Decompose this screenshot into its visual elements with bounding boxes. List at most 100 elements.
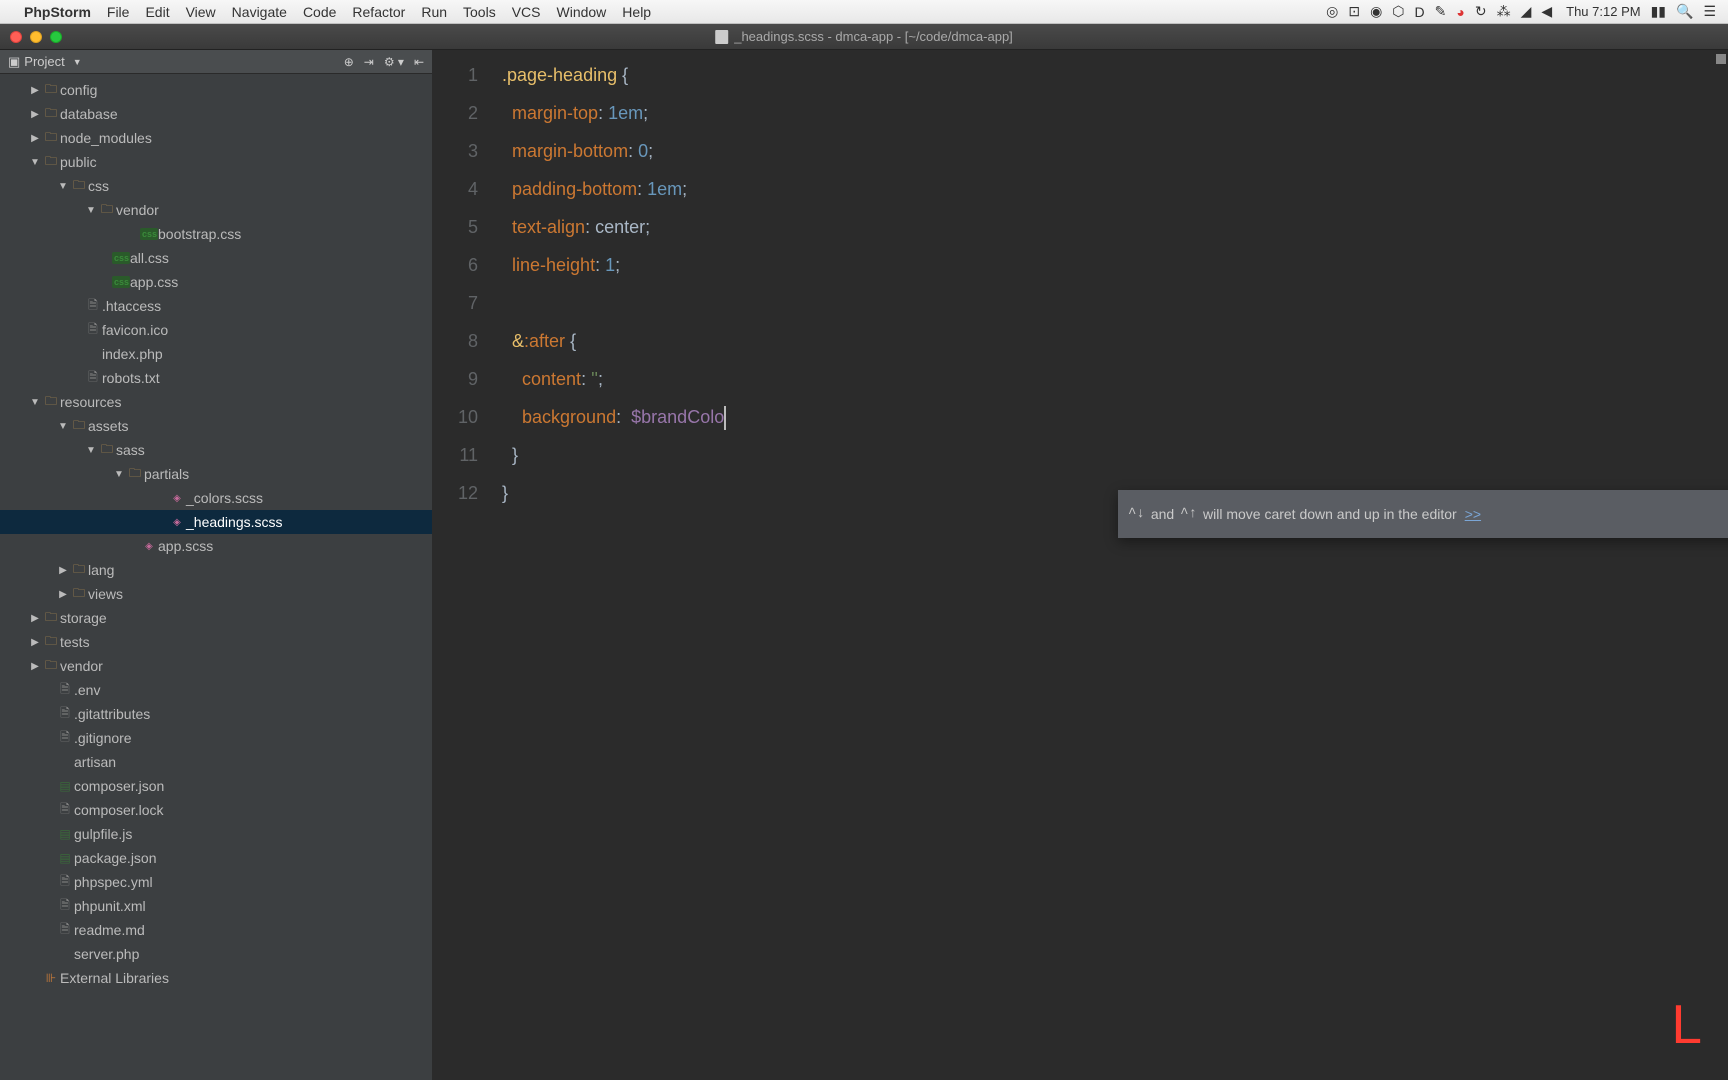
menu-edit[interactable]: Edit: [145, 4, 169, 20]
tray-icon[interactable]: D: [1415, 4, 1425, 20]
tray-icon[interactable]: ◎: [1326, 3, 1338, 20]
tree-item[interactable]: ▤package.json: [0, 846, 432, 870]
tree-item[interactable]: ▼🗀partials: [0, 462, 432, 486]
tree-item[interactable]: 🗎.gitattributes: [0, 702, 432, 726]
menubar-clock[interactable]: Thu 7:12 PM: [1566, 4, 1640, 19]
expand-arrow-icon[interactable]: ▶: [28, 613, 42, 624]
menu-vcs[interactable]: VCS: [512, 4, 541, 20]
gear-icon[interactable]: ⚙ ▾: [384, 55, 404, 69]
tree-item[interactable]: 🗎readme.md: [0, 918, 432, 942]
tree-item[interactable]: server.php: [0, 942, 432, 966]
tree-item[interactable]: ◈_colors.scss: [0, 486, 432, 510]
wifi-icon[interactable]: ◢: [1521, 3, 1532, 20]
tree-item[interactable]: 🗎favicon.ico: [0, 318, 432, 342]
chevron-down-icon[interactable]: ▼: [73, 57, 82, 67]
notification-center-icon[interactable]: ☰: [1703, 3, 1716, 20]
line-number[interactable]: 9: [432, 360, 478, 398]
battery-icon[interactable]: ▮▮: [1651, 3, 1666, 20]
tray-icon[interactable]: ⊡: [1348, 3, 1360, 20]
menu-refactor[interactable]: Refactor: [352, 4, 405, 20]
tree-item[interactable]: 🗎composer.lock: [0, 798, 432, 822]
hide-icon[interactable]: ⇤: [414, 55, 424, 69]
autoscroll-icon[interactable]: ⊕: [344, 55, 354, 69]
expand-arrow-icon[interactable]: ▶: [28, 133, 42, 144]
spotlight-icon[interactable]: 🔍: [1676, 3, 1693, 20]
project-tree[interactable]: ▶🗀config▶🗀database▶🗀node_modules▼🗀public…: [0, 74, 432, 990]
window-maximize-button[interactable]: [50, 31, 62, 43]
tree-item[interactable]: ▼🗀sass: [0, 438, 432, 462]
expand-arrow-icon[interactable]: ▶: [56, 565, 70, 576]
line-number[interactable]: 1: [432, 56, 478, 94]
tree-item[interactable]: ⊪External Libraries: [0, 966, 432, 990]
tree-item[interactable]: ▶🗀vendor: [0, 654, 432, 678]
tree-item[interactable]: 🗎robots.txt: [0, 366, 432, 390]
menu-view[interactable]: View: [186, 4, 216, 20]
line-number[interactable]: 6: [432, 246, 478, 284]
menu-tools[interactable]: Tools: [463, 4, 496, 20]
tree-item[interactable]: ▶🗀database: [0, 102, 432, 126]
tree-item[interactable]: ▶🗀node_modules: [0, 126, 432, 150]
line-number[interactable]: 7: [432, 284, 478, 322]
menu-window[interactable]: Window: [557, 4, 607, 20]
tree-item[interactable]: cssall.css: [0, 246, 432, 270]
tree-item[interactable]: ▼🗀resources: [0, 390, 432, 414]
tree-item[interactable]: ▶🗀tests: [0, 630, 432, 654]
tree-item[interactable]: ▼🗀public: [0, 150, 432, 174]
expand-arrow-icon[interactable]: ▼: [84, 445, 98, 456]
menu-help[interactable]: Help: [622, 4, 651, 20]
menu-code[interactable]: Code: [303, 4, 336, 20]
line-number[interactable]: 12: [432, 474, 478, 512]
menu-run[interactable]: Run: [421, 4, 447, 20]
editor-content[interactable]: .page-heading { margin-top: 1em; margin-…: [502, 50, 1728, 512]
line-number[interactable]: 2: [432, 94, 478, 132]
menu-file[interactable]: File: [107, 4, 130, 20]
line-number[interactable]: 8: [432, 322, 478, 360]
expand-arrow-icon[interactable]: ▶: [28, 109, 42, 120]
window-minimize-button[interactable]: [30, 31, 42, 43]
expand-arrow-icon[interactable]: ▶: [28, 85, 42, 96]
volume-icon[interactable]: ◀: [1541, 3, 1552, 20]
expand-arrow-icon[interactable]: ▼: [84, 205, 98, 216]
tree-item[interactable]: ▼🗀assets: [0, 414, 432, 438]
tray-icon[interactable]: ◉: [1370, 3, 1382, 20]
tray-icon[interactable]: ◕: [1456, 4, 1464, 20]
expand-arrow-icon[interactable]: ▼: [28, 157, 42, 168]
tree-item[interactable]: ▼🗀vendor: [0, 198, 432, 222]
project-tool-window-button[interactable]: ▣ Project ▼: [8, 54, 82, 70]
tree-item[interactable]: artisan: [0, 750, 432, 774]
tree-item[interactable]: cssapp.css: [0, 270, 432, 294]
expand-arrow-icon[interactable]: ▼: [28, 397, 42, 408]
tree-item[interactable]: ▶🗀views: [0, 582, 432, 606]
tree-item[interactable]: ◈app.scss: [0, 534, 432, 558]
tree-item[interactable]: index.php: [0, 342, 432, 366]
app-name[interactable]: PhpStorm: [24, 4, 91, 20]
expand-arrow-icon[interactable]: ▼: [56, 421, 70, 432]
menu-navigate[interactable]: Navigate: [232, 4, 287, 20]
dropbox-icon[interactable]: ⬡: [1392, 3, 1404, 20]
bluetooth-icon[interactable]: ⁂: [1497, 3, 1511, 20]
tree-item[interactable]: ▶🗀lang: [0, 558, 432, 582]
expand-arrow-icon[interactable]: ▶: [28, 661, 42, 672]
window-close-button[interactable]: [10, 31, 22, 43]
project-sidebar[interactable]: ▣ Project ▼ ⊕ ⇥ ⚙ ▾ ⇤ ▶🗀config▶🗀database…: [0, 50, 432, 1080]
tree-item[interactable]: cssbootstrap.css: [0, 222, 432, 246]
tree-item[interactable]: ◈_headings.scss: [0, 510, 432, 534]
tree-item[interactable]: ▤gulpfile.js: [0, 822, 432, 846]
tree-item[interactable]: 🗎.env: [0, 678, 432, 702]
expand-arrow-icon[interactable]: ▶: [28, 637, 42, 648]
line-number[interactable]: 10: [432, 398, 478, 436]
line-number[interactable]: 3: [432, 132, 478, 170]
collapse-icon[interactable]: ⇥: [364, 55, 374, 69]
tree-item[interactable]: ▼🗀css: [0, 174, 432, 198]
expand-arrow-icon[interactable]: ▶: [56, 589, 70, 600]
tree-item[interactable]: ▶🗀storage: [0, 606, 432, 630]
tree-item[interactable]: 🗎phpspec.yml: [0, 870, 432, 894]
tree-item[interactable]: ▶🗀config: [0, 78, 432, 102]
more-link[interactable]: >>: [1465, 495, 1481, 533]
expand-arrow-icon[interactable]: ▼: [56, 181, 70, 192]
tray-icon[interactable]: ✎: [1435, 3, 1447, 20]
code-editor[interactable]: 123456789101112 .page-heading { margin-t…: [432, 50, 1728, 1080]
line-number[interactable]: 11: [432, 436, 478, 474]
tree-item[interactable]: 🗎.htaccess: [0, 294, 432, 318]
tree-item[interactable]: 🗎.gitignore: [0, 726, 432, 750]
